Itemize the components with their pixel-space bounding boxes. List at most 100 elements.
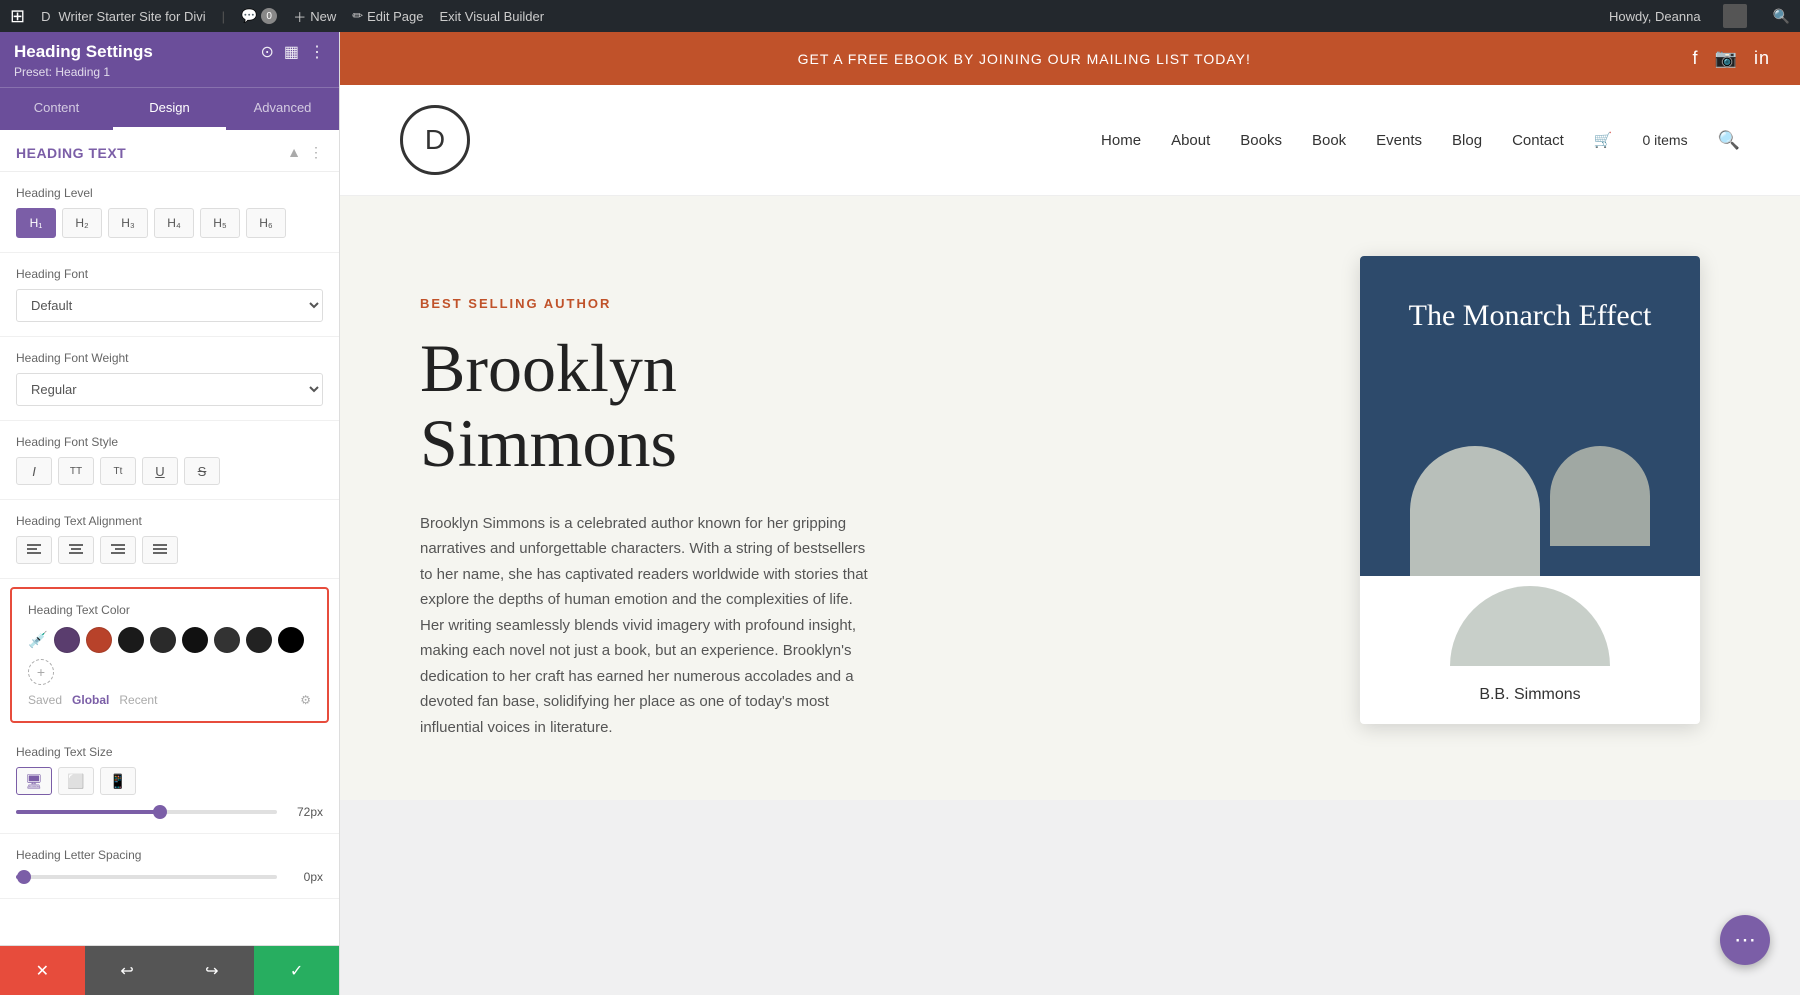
sidebar-header-icons: ⊙ ▦ ⋮ bbox=[260, 42, 325, 62]
eyedropper-icon[interactable]: 💉 bbox=[28, 630, 48, 650]
nav-events[interactable]: Events bbox=[1376, 132, 1422, 149]
color-swatch-1[interactable] bbox=[54, 627, 80, 653]
section-heading-text-header: Heading Text ▲ ⋮ bbox=[0, 130, 339, 172]
nav-blog[interactable]: Blog bbox=[1452, 132, 1482, 149]
heading-text-alignment-field: Heading Text Alignment bbox=[0, 500, 339, 579]
book-decoration bbox=[1360, 446, 1700, 576]
book-cover: The Monarch Effect bbox=[1360, 256, 1700, 576]
avatar bbox=[1723, 4, 1747, 28]
book-bottom-decoration bbox=[1450, 586, 1610, 666]
color-swatch-6[interactable] bbox=[214, 627, 240, 653]
focus-icon[interactable]: ⊙ bbox=[260, 42, 273, 62]
more-icon[interactable]: ⋮ bbox=[309, 42, 325, 62]
edit-page-link[interactable]: ✏ Edit Page bbox=[352, 8, 423, 24]
facebook-icon[interactable]: f bbox=[1693, 48, 1699, 69]
heading-text-color-field: Heading Text Color 💉 + Saved Global bbox=[10, 587, 329, 723]
tab-design[interactable]: Design bbox=[113, 88, 226, 130]
size-slider-track[interactable] bbox=[16, 810, 277, 814]
linkedin-icon[interactable]: in bbox=[1754, 48, 1770, 69]
size-slider-thumb[interactable] bbox=[153, 805, 167, 819]
underline-button[interactable]: U bbox=[142, 457, 178, 485]
save-button[interactable]: ✓ bbox=[254, 946, 339, 995]
align-left-button[interactable] bbox=[16, 536, 52, 564]
collapse-icon[interactable]: ▲ bbox=[287, 144, 301, 161]
color-tabs: Saved Global Recent ⚙ bbox=[28, 693, 311, 707]
exit-builder-link[interactable]: Exit Visual Builder bbox=[440, 9, 545, 24]
wp-logo-icon[interactable]: ⊞ bbox=[10, 6, 25, 27]
tab-content[interactable]: Content bbox=[0, 88, 113, 130]
letter-slider-thumb[interactable] bbox=[17, 870, 31, 884]
h4-button[interactable]: H₄ bbox=[154, 208, 194, 238]
heading-font-style-field: Heading Font Style I TT Tt U S bbox=[0, 421, 339, 500]
book-title: The Monarch Effect bbox=[1409, 296, 1652, 335]
site-logo[interactable]: D bbox=[400, 105, 470, 175]
italic-button[interactable]: I bbox=[16, 457, 52, 485]
tab-advanced[interactable]: Advanced bbox=[226, 88, 339, 130]
nav-book[interactable]: Book bbox=[1312, 132, 1346, 149]
floating-action-button[interactable]: ⋯ bbox=[1720, 915, 1770, 965]
h6-button[interactable]: H₆ bbox=[246, 208, 286, 238]
desktop-button[interactable]: 🖥 bbox=[16, 767, 52, 795]
comments-link[interactable]: 💬 0 bbox=[241, 8, 277, 24]
heading-font-label: Heading Font bbox=[16, 267, 323, 281]
content-area: GET A FREE EBOOK BY JOINING OUR MAILING … bbox=[340, 32, 1800, 995]
color-swatch-5[interactable] bbox=[182, 627, 208, 653]
new-link[interactable]: ＋ New bbox=[293, 7, 336, 26]
sidebar: Heading Settings ⊙ ▦ ⋮ Preset: Heading 1… bbox=[0, 32, 340, 995]
cart-icon[interactable]: 🛒 bbox=[1594, 131, 1613, 149]
align-justify-button[interactable] bbox=[142, 536, 178, 564]
h3-button[interactable]: H₃ bbox=[108, 208, 148, 238]
heading-font-select[interactable]: Default Georgia Arial bbox=[16, 289, 323, 322]
h2-button[interactable]: H₂ bbox=[62, 208, 102, 238]
site-name-link[interactable]: D Writer Starter Site for Divi bbox=[41, 9, 206, 24]
letter-slider-row: 0px bbox=[16, 870, 323, 884]
color-swatch-4[interactable] bbox=[150, 627, 176, 653]
saved-tab[interactable]: Saved bbox=[28, 693, 62, 707]
hero-subtitle: BEST SELLING AUTHOR bbox=[420, 296, 1280, 311]
add-color-button[interactable]: + bbox=[28, 659, 54, 685]
h5-button[interactable]: H₅ bbox=[200, 208, 240, 238]
sidebar-header: Heading Settings ⊙ ▦ ⋮ Preset: Heading 1 bbox=[0, 32, 339, 87]
main-container: Heading Settings ⊙ ▦ ⋮ Preset: Heading 1… bbox=[0, 32, 1800, 995]
heading-font-field: Heading Font Default Georgia Arial bbox=[0, 253, 339, 337]
heading-font-weight-select[interactable]: Regular Bold Light bbox=[16, 373, 323, 406]
size-slider-value[interactable]: 72px bbox=[287, 805, 323, 819]
admin-search-icon[interactable]: 🔍 bbox=[1773, 8, 1790, 25]
global-tab[interactable]: Global bbox=[72, 693, 109, 707]
heading-text-size-field: Heading Text Size 🖥 ⬜ 📱 72px bbox=[0, 731, 339, 834]
cancel-button[interactable]: ✕ bbox=[0, 946, 85, 995]
layout-icon[interactable]: ▦ bbox=[284, 42, 299, 62]
tablet-button[interactable]: ⬜ bbox=[58, 767, 94, 795]
nav-books[interactable]: Books bbox=[1240, 132, 1282, 149]
uppercase-button[interactable]: TT bbox=[58, 457, 94, 485]
redo-button[interactable]: ↪ bbox=[170, 946, 255, 995]
instagram-icon[interactable]: 📷 bbox=[1715, 48, 1738, 69]
color-settings-icon[interactable]: ⚙ bbox=[300, 693, 311, 707]
arch-right bbox=[1550, 446, 1650, 546]
nav-contact[interactable]: Contact bbox=[1512, 132, 1564, 149]
undo-button[interactable]: ↩ bbox=[85, 946, 170, 995]
color-swatch-2[interactable] bbox=[86, 627, 112, 653]
color-swatch-7[interactable] bbox=[246, 627, 272, 653]
book-area: The Monarch Effect B.B. Simmons bbox=[1340, 256, 1720, 724]
preset-label[interactable]: Preset: Heading 1 bbox=[14, 65, 325, 79]
heading-level-buttons: H₁ H₂ H₃ H₄ H₅ H₆ bbox=[16, 208, 323, 238]
nav-about[interactable]: About bbox=[1171, 132, 1210, 149]
capitalize-button[interactable]: Tt bbox=[100, 457, 136, 485]
color-swatch-8[interactable] bbox=[278, 627, 304, 653]
color-swatch-3[interactable] bbox=[118, 627, 144, 653]
letter-slider-track[interactable] bbox=[16, 875, 277, 879]
style-buttons: I TT Tt U S bbox=[16, 457, 323, 485]
strikethrough-button[interactable]: S bbox=[184, 457, 220, 485]
nav-home[interactable]: Home bbox=[1101, 132, 1141, 149]
hero-name: BrooklynSimmons bbox=[420, 331, 1280, 481]
h1-button[interactable]: H₁ bbox=[16, 208, 56, 238]
section-more-icon[interactable]: ⋮ bbox=[309, 144, 323, 161]
letter-slider-value[interactable]: 0px bbox=[287, 870, 323, 884]
social-icons: f 📷 in bbox=[1693, 48, 1770, 69]
recent-tab[interactable]: Recent bbox=[119, 693, 157, 707]
align-center-button[interactable] bbox=[58, 536, 94, 564]
mobile-button[interactable]: 📱 bbox=[100, 767, 136, 795]
search-icon[interactable]: 🔍 bbox=[1718, 130, 1740, 151]
align-right-button[interactable] bbox=[100, 536, 136, 564]
